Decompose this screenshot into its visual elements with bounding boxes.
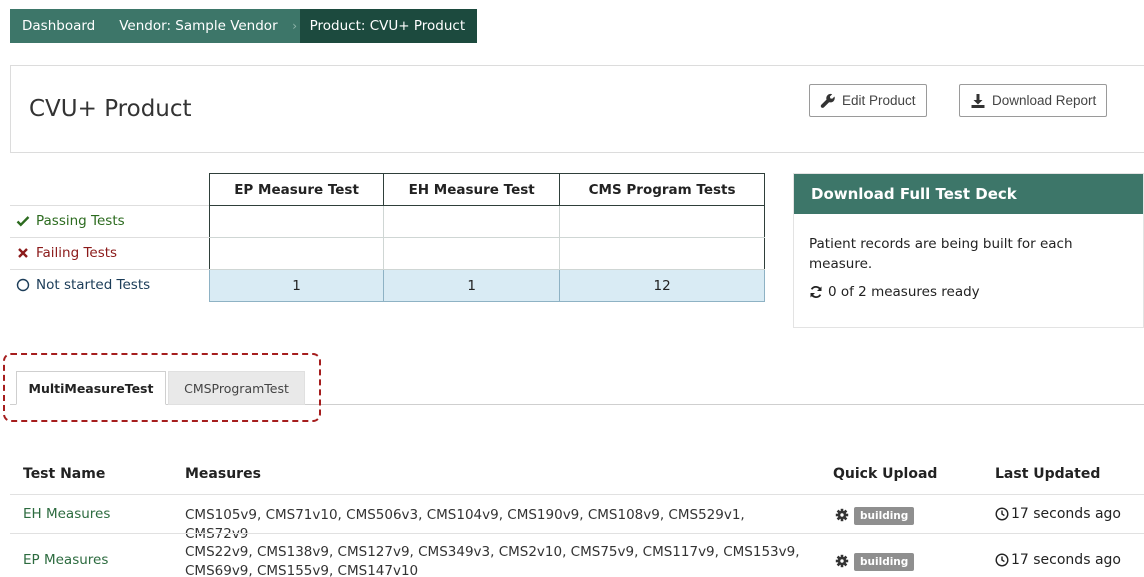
column-header: CMS Program Tests xyxy=(559,173,765,206)
gear-icon xyxy=(835,554,849,568)
column-header: EP Measure Test xyxy=(208,173,385,206)
not-started-tests-text: Not started Tests xyxy=(36,277,151,293)
table-cell xyxy=(383,205,561,238)
gear-icon xyxy=(835,508,849,522)
table-cell xyxy=(208,205,385,238)
breadcrumb-vendor[interactable]: Vendor: Sample Vendor xyxy=(107,9,290,43)
table-cell xyxy=(208,237,385,270)
breadcrumb-product: Product: CVU+ Product xyxy=(299,9,478,43)
table-cell: 1 xyxy=(383,269,561,302)
table-cell: 1 xyxy=(208,269,385,302)
failing-tests-text: Failing Tests xyxy=(36,245,118,261)
last-updated: 17 seconds ago xyxy=(995,552,1121,568)
edit-product-button[interactable]: Edit Product xyxy=(809,84,927,117)
task-measures: CMS22v9, CMS138v9, CMS127v9, CMS349v3, C… xyxy=(185,544,800,577)
deck-ready-status: 0 of 2 measures ready xyxy=(809,282,1127,302)
status-badge: building xyxy=(854,553,915,571)
breadcrumb-dashboard[interactable]: Dashboard xyxy=(10,9,108,43)
deck-ready-text: 0 of 2 measures ready xyxy=(828,284,980,300)
column-header-measures: Measures xyxy=(185,466,261,482)
task-link-ep-measures[interactable]: EP Measures xyxy=(23,552,108,568)
not-started-tests-label: Not started Tests xyxy=(16,269,150,301)
failing-tests-label: Failing Tests xyxy=(16,237,117,269)
task-link-eh-measures[interactable]: EH Measures xyxy=(23,506,110,522)
download-report-button[interactable]: Download Report xyxy=(959,84,1108,117)
product-header: CVU+ Product Edit Product Download Repor… xyxy=(10,65,1144,153)
column-header: EH Measure Test xyxy=(383,173,561,206)
table-divider xyxy=(10,533,1144,534)
last-updated: 17 seconds ago xyxy=(995,506,1121,522)
download-report-label: Download Report xyxy=(992,93,1097,108)
last-updated-text: 17 seconds ago xyxy=(1011,506,1121,522)
test-status-table: EP Measure Test EH Measure Test CMS Prog… xyxy=(208,173,765,302)
task-measures: CMS105v9, CMS71v10, CMS506v3, CMS104v9, … xyxy=(185,507,745,542)
table-cell xyxy=(383,237,561,270)
column-header-quick-upload: Quick Upload xyxy=(833,466,938,482)
passing-tests-label: Passing Tests xyxy=(16,205,125,237)
download-icon xyxy=(970,93,986,109)
clock-icon xyxy=(995,553,1009,567)
circle-icon xyxy=(16,278,30,292)
check-icon xyxy=(16,214,30,228)
x-icon xyxy=(16,246,30,260)
refresh-icon xyxy=(809,285,823,299)
passing-tests-text: Passing Tests xyxy=(36,213,125,229)
breadcrumb-separator-icon: › xyxy=(289,9,300,43)
column-header-last-updated: Last Updated xyxy=(995,466,1101,482)
deck-message: Patient records are being built for each… xyxy=(809,236,1073,272)
table-cell xyxy=(559,237,765,270)
download-test-deck-panel: Download Full Test Deck Patient records … xyxy=(793,173,1144,328)
table-divider xyxy=(10,494,1144,495)
table-cell xyxy=(559,205,765,238)
page-title: CVU+ Product xyxy=(29,96,192,122)
clock-icon xyxy=(995,507,1009,521)
table-cell: 12 xyxy=(559,269,765,302)
deck-title: Download Full Test Deck xyxy=(794,174,1143,214)
tabs-highlight-box xyxy=(3,353,321,422)
edit-product-label: Edit Product xyxy=(842,93,916,108)
wrench-icon xyxy=(820,93,836,109)
column-header-test-name: Test Name xyxy=(23,466,106,482)
breadcrumb: Dashboard Vendor: Sample Vendor › Produc… xyxy=(10,9,478,43)
last-updated-text: 17 seconds ago xyxy=(1011,552,1121,568)
status-badge: building xyxy=(854,507,915,525)
